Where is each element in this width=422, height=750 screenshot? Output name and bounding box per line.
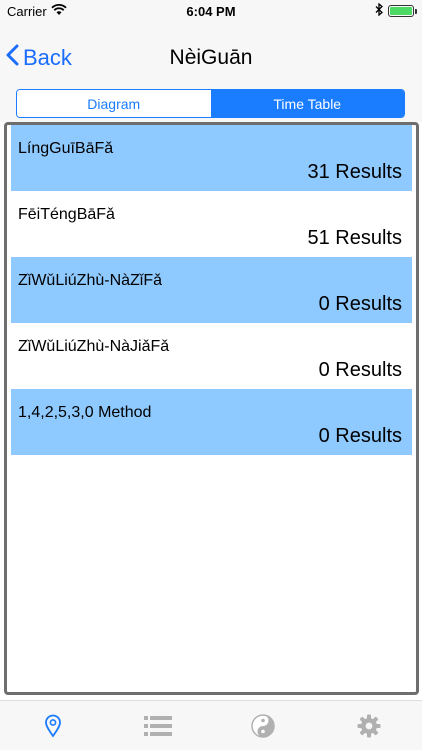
list-item-count: 31 Results [307, 161, 403, 183]
battery-icon [388, 5, 417, 17]
tab-yin-yang[interactable] [248, 713, 278, 743]
list-item-title: ZǐWǔLiúZhù-NàJiǎFǎ [18, 338, 170, 355]
segment-diagram[interactable]: Diagram [17, 90, 211, 117]
list-item-title: LíngGuīBāFǎ [18, 140, 114, 157]
list-item-count: 0 Results [318, 293, 402, 315]
segment-area: Diagram Time Table [0, 84, 422, 122]
list-icon [144, 715, 172, 742]
list-item[interactable]: FēiTéngBāFǎ 51 Results [11, 191, 412, 257]
list-item[interactable]: LíngGuīBāFǎ 31 Results [11, 125, 412, 191]
status-bar: Carrier 6:04 PM [0, 0, 422, 24]
page-title: NèiGuān [169, 46, 253, 69]
list-item-count: 51 Results [307, 227, 403, 249]
list-item-title: FēiTéngBāFǎ [18, 206, 115, 223]
yin-yang-icon [251, 713, 275, 743]
list-item[interactable]: ZǐWǔLiúZhù-NàZǐFǎ 0 Results [11, 257, 412, 323]
segment-time-table[interactable]: Time Table [210, 90, 404, 117]
navigation-bar: Back NèiGuān [0, 24, 422, 84]
tab-settings[interactable] [354, 713, 384, 743]
list-item-title: 1,4,2,5,3,0 Method [18, 404, 152, 421]
segmented-control: Diagram Time Table [16, 89, 405, 118]
list-item[interactable]: ZǐWǔLiúZhù-NàJiǎFǎ 0 Results [11, 323, 412, 389]
list-item-count: 0 Results [318, 359, 402, 381]
results-list: LíngGuīBāFǎ 31 Results FēiTéngBāFǎ 51 Re… [4, 122, 419, 695]
battery-level [390, 7, 412, 15]
location-pin-icon [44, 714, 62, 743]
tab-bar [0, 700, 422, 750]
list-item-count: 0 Results [318, 425, 402, 447]
tab-location[interactable] [38, 713, 68, 743]
list-item[interactable]: 1,4,2,5,3,0 Method 0 Results [11, 389, 412, 455]
status-right [375, 2, 417, 19]
list-item-title: ZǐWǔLiúZhù-NàZǐFǎ [18, 272, 163, 289]
status-time: 6:04 PM [186, 4, 236, 19]
tab-list[interactable] [143, 713, 173, 743]
bluetooth-icon [375, 2, 384, 19]
gear-icon [357, 714, 381, 743]
